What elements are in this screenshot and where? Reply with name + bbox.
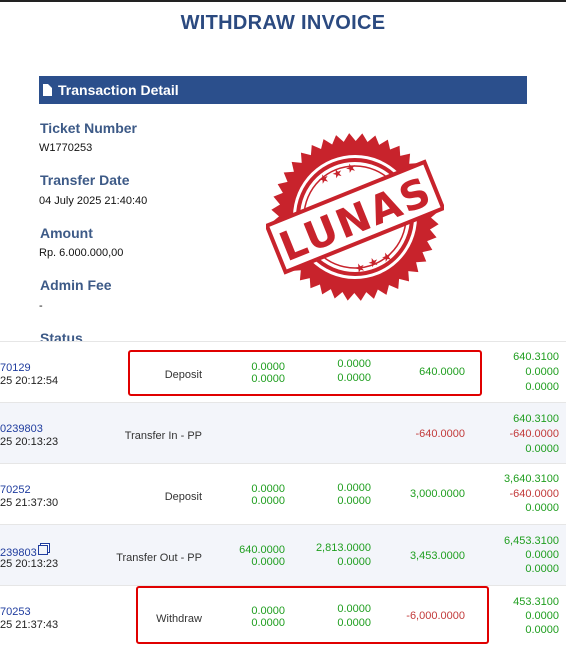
amount-label: Amount [40,225,93,241]
col2-top: 0.0000 [337,482,371,494]
balance-mid: 0.0000 [525,610,559,622]
transfer-date-label: Transfer Date [40,172,130,188]
table-row: 70252 25 21:37:30 Deposit 0.0000 0.0000 … [0,463,566,525]
transaction-time: 25 20:12:54 [0,375,59,387]
col1-top: 640.0000 [239,544,285,556]
table-row: 0239803 25 20:13:23 Transfer In - PP -64… [0,402,566,464]
balance-bottom: 0.0000 [525,563,559,575]
withdraw-invoice-panel: WITHDRAW INVOICE Transaction Detail Tick… [0,0,566,342]
col2-bottom: 0.0000 [337,556,371,568]
balance-bottom: 0.0000 [525,381,559,393]
balance-top: 453.3100 [513,596,559,608]
balance-bottom: 0.0000 [525,502,559,514]
deposit-highlight-box [128,350,482,396]
balance-mid: -640.0000 [509,428,559,440]
transaction-time: 25 20:13:23 [0,558,59,570]
col1-top: 0.0000 [251,483,285,495]
document-icon [43,84,52,96]
balance-bottom: 0.0000 [525,624,559,636]
table-row: 239803 25 20:13:23 Transfer Out - PP 640… [0,524,566,586]
transaction-id-link[interactable]: 239803 [0,545,48,559]
transaction-time: 25 20:13:23 [0,436,59,448]
transaction-table: 70129 25 20:12:54 Deposit 0.0000 0.0000 … [0,341,566,647]
transfer-date-value: 04 July 2025 21:40:40 [39,195,148,207]
balance-bottom: 0.0000 [525,443,559,455]
transaction-id-link[interactable]: 70129 [0,362,31,374]
transaction-time: 25 21:37:43 [0,619,59,631]
withdraw-highlight-box [136,586,489,644]
balance-top: 6,453.3100 [503,535,559,547]
transaction-type: Transfer Out - PP [116,552,202,564]
amount-value: 3,453.0000 [409,550,465,562]
amount-value: Rp. 6.000.000,00 [39,247,124,259]
amount-value: -640.0000 [415,428,465,440]
transaction-type: Transfer In - PP [124,430,202,442]
transaction-id-link[interactable]: 0239803 [0,423,43,435]
col1-bottom: 0.0000 [251,556,285,568]
balance-mid: -640.0000 [509,488,559,500]
amount-value: 3,000.0000 [409,488,465,500]
col2-top: 2,813.0000 [315,542,371,554]
col1-bottom: 0.0000 [251,495,285,507]
ticket-number-value: W1770253 [39,142,93,154]
transaction-time: 25 21:37:30 [0,497,59,509]
transaction-type: Deposit [164,491,202,503]
col2-bottom: 0.0000 [337,495,371,507]
balance-top: 640.3100 [513,351,559,363]
lunas-stamp: ★ ★ ★ ★ ★ ★ LUNAS [266,133,444,301]
balance-top: 3,640.3100 [503,473,559,485]
admin-fee-value: - [39,300,43,312]
admin-fee-label: Admin Fee [40,277,112,293]
transaction-id-link[interactable]: 70253 [0,606,31,618]
section-title: Transaction Detail [58,82,179,98]
invoice-title: WITHDRAW INVOICE [180,12,386,34]
transaction-detail-header: Transaction Detail [39,76,527,104]
copy-icon[interactable] [37,545,48,555]
ticket-number-label: Ticket Number [40,120,137,136]
balance-top: 640.3100 [513,413,559,425]
transaction-id-link[interactable]: 70252 [0,484,31,496]
balance-mid: 0.0000 [525,366,559,378]
balance-mid: 0.0000 [525,549,559,561]
